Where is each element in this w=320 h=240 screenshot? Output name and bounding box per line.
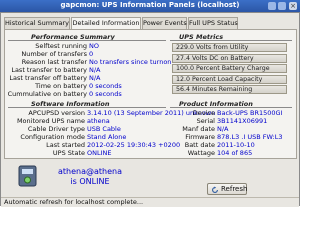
detailed-information-panel: Performance Summary Selftest running NO Nu… — [4, 29, 297, 159]
host-name: athena@athena — [57, 167, 122, 176]
divider — [170, 107, 292, 108]
product-value: 104 of 865 — [217, 149, 253, 157]
product-label: Device — [192, 109, 215, 117]
product-label: Batt date — [184, 141, 215, 149]
product-value: N/A — [217, 125, 229, 133]
product-label: Serial — [196, 117, 215, 125]
tab-historical-summary[interactable]: Historical Summary — [4, 17, 70, 29]
software-value: 2012-02-25 19:30:43 +0200 — [87, 141, 181, 149]
performance-value: NO — [89, 42, 99, 50]
ups-status-text: athena@athena is ONLINE — [45, 167, 135, 187]
software-value: athena — [87, 117, 110, 125]
main-window: Historical Summary Detailed Information … — [0, 12, 300, 207]
ups-metric-bar: 229.0 Volts from Utility — [172, 43, 287, 52]
ups-icon — [18, 165, 37, 187]
performance-value: 0 seconds — [89, 90, 122, 98]
divider — [8, 107, 166, 108]
product-value: 3B1141X06991 — [217, 117, 268, 125]
software-label: APCUPSD version — [28, 109, 85, 117]
divider — [170, 40, 292, 41]
performance-value: 0 — [89, 50, 94, 58]
minimize-button[interactable] — [268, 2, 276, 10]
software-value: Stand Alone — [87, 133, 127, 141]
maximize-button[interactable] — [278, 2, 286, 10]
performance-label: Time on battery — [35, 82, 87, 90]
performance-value: N/A — [89, 74, 101, 82]
software-value: ONLINE — [87, 149, 112, 157]
online-state: is ONLINE — [70, 177, 110, 186]
product-value: Back-UPS BR1500GI — [217, 109, 283, 117]
product-value: 2011-10-10 — [217, 141, 255, 149]
performance-label: Cummulative on battery — [7, 90, 87, 98]
product-label: Manf date — [182, 125, 215, 133]
product-label: Firmware — [185, 133, 215, 141]
performance-value: No transfers since turnon — [89, 58, 172, 66]
refresh-button[interactable]: Refresh — [207, 183, 247, 195]
divider — [8, 40, 166, 41]
software-label: Last started — [46, 141, 85, 149]
software-label: Configuration mode — [20, 133, 85, 141]
performance-value: 0 seconds — [89, 82, 122, 90]
ups-metric-bar: 12.0 Percent Load Capacity — [172, 74, 287, 84]
product-value: 878.L3 .I USB FW:L3 — [217, 133, 283, 141]
performance-label: Reason last transfer — [21, 58, 87, 66]
software-label: UPS State — [52, 149, 85, 157]
performance-label: Last transfer off battery — [9, 74, 87, 82]
tab-power-events[interactable]: Power Events — [142, 17, 187, 29]
refresh-label: Refresh — [221, 185, 248, 193]
software-label: Cable Driver type — [27, 125, 85, 133]
status-bar: Automatic refresh for localhost complete… — [1, 197, 299, 207]
performance-label: Selftest running — [35, 42, 87, 50]
title-bar: gapcmon: UPS Information Panels (localho… — [0, 0, 300, 12]
performance-value: N/A — [89, 66, 101, 74]
software-value: USB Cable — [87, 125, 121, 133]
close-button[interactable]: × — [289, 2, 297, 10]
ups-metric-bar: 27.4 Volts DC on Battery — [172, 53, 287, 63]
product-label: Wattage — [187, 149, 215, 157]
ups-metric-bar: 56.4 Minutes Remaining — [172, 85, 287, 94]
refresh-icon — [212, 185, 218, 193]
ups-metric-bar: 100.0 Percent Battery Charge — [172, 64, 287, 73]
window-title: gapcmon: UPS Information Panels (localho… — [60, 1, 240, 9]
performance-label: Number of transfers — [21, 50, 87, 58]
performance-label: Last transfer to battery — [11, 66, 87, 74]
software-label: Monitored UPS name — [16, 117, 85, 125]
tab-full-ups-status[interactable]: Full UPS Status — [188, 17, 238, 29]
